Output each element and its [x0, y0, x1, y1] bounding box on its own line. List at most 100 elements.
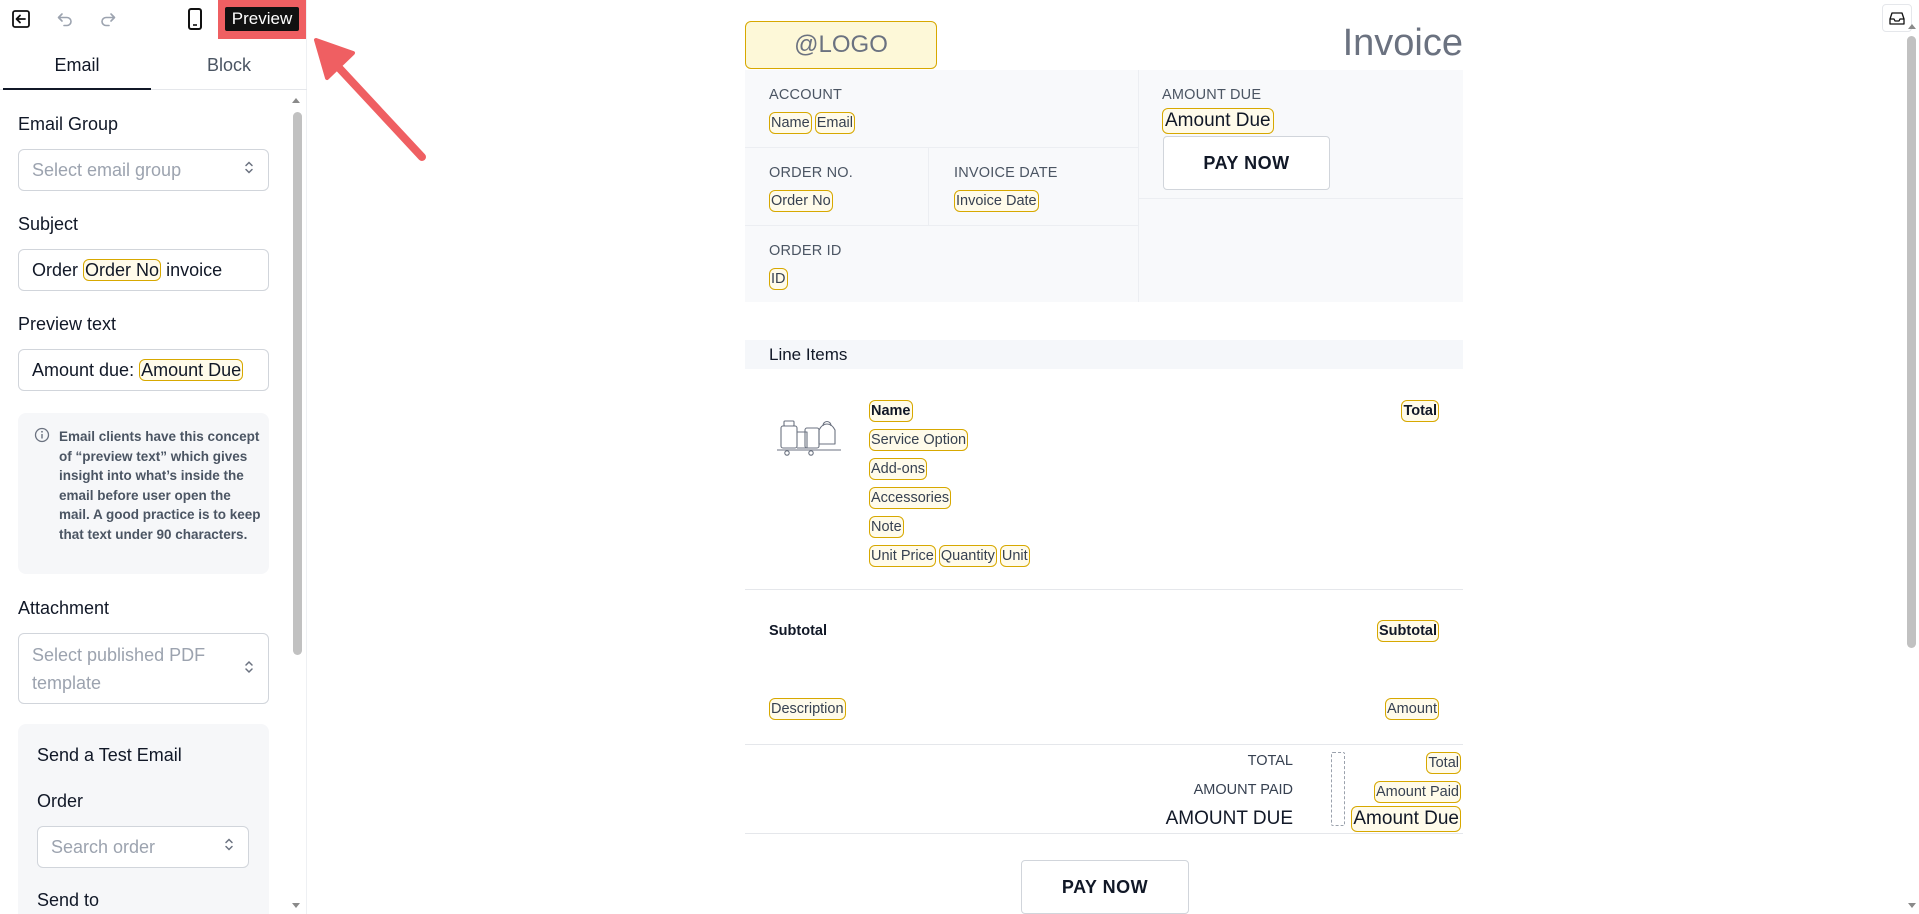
unit-tag[interactable]: Unit: [999, 545, 1030, 567]
send-to-label: Send to: [37, 890, 100, 910]
redo-icon[interactable]: [96, 7, 120, 31]
line-items-title[interactable]: Line Items: [769, 345, 847, 365]
divider: [745, 744, 1463, 745]
order-search-select[interactable]: Search order: [37, 826, 249, 868]
editor-toolbar: Preview: [0, 0, 307, 39]
test-email-section: Send a Test Email Order Search order Sen…: [18, 724, 269, 914]
logo-placeholder[interactable]: @LOGO: [745, 21, 937, 69]
mobile-icon[interactable]: [183, 7, 207, 31]
scroll-down-icon[interactable]: [1905, 900, 1919, 912]
subtotal-tag[interactable]: Subtotal: [1377, 620, 1439, 642]
amount-paid-label[interactable]: AMOUNT PAID: [1093, 782, 1293, 798]
line-item-name-tag[interactable]: Name: [869, 400, 913, 422]
amount-paid-value: Amount Paid: [1373, 781, 1461, 803]
invoice-date-tag[interactable]: Invoice Date: [954, 190, 1039, 212]
total-amount-due-tag[interactable]: Amount Due: [1351, 806, 1461, 832]
email-settings: Email Group Select email group Subject O…: [0, 90, 290, 914]
total-amount-due-label[interactable]: AMOUNT DUE: [1093, 808, 1293, 830]
pointer-arrow-icon: [314, 38, 426, 161]
panel-tabs: Email Block: [0, 46, 307, 90]
subject-text-prefix: Order: [32, 259, 79, 280]
tab-email[interactable]: Email: [3, 46, 151, 90]
invoice-summary-grid: ACCOUNT Name Email AMOUNT DUE Amount Due …: [745, 70, 1463, 302]
info-icon: [34, 427, 50, 448]
total-label[interactable]: TOTAL: [1093, 753, 1293, 769]
unit-price-tag[interactable]: Unit Price: [869, 545, 936, 567]
total-amount-due-value: Amount Due: [1351, 806, 1461, 832]
email-group-select[interactable]: Select email group: [18, 149, 269, 191]
canvas-scrollbar-thumb[interactable]: [1907, 36, 1916, 648]
divider: [745, 589, 1463, 590]
subtotal-value: Subtotal: [1377, 620, 1439, 642]
select-chevron-icon: [244, 655, 254, 683]
total-tag[interactable]: Total: [1426, 752, 1461, 774]
line-item-total-tag[interactable]: Total: [1401, 400, 1439, 422]
order-id-label: ORDER ID: [769, 243, 842, 259]
product-image-icon[interactable]: [777, 410, 841, 456]
preview-text-input[interactable]: Amount due: Amount Due: [18, 349, 269, 391]
tab-block[interactable]: Block: [153, 46, 305, 90]
preview-text-variable-tag[interactable]: Amount Due: [139, 359, 244, 381]
account-label: ACCOUNT: [769, 87, 843, 103]
note-tag[interactable]: Note: [869, 516, 904, 538]
order-no-tag[interactable]: Order No: [769, 190, 833, 212]
email-tag[interactable]: Email: [814, 112, 855, 134]
line-item-price-row: Unit Price Quantity Unit: [869, 545, 1033, 567]
line-item-total: Total: [1401, 400, 1439, 422]
attachment-select[interactable]: Select published PDF template: [18, 633, 269, 704]
invoice-title[interactable]: Invoice: [1343, 22, 1463, 65]
scroll-up-icon[interactable]: [1905, 20, 1919, 32]
undo-icon[interactable]: [53, 7, 77, 31]
test-email-title: Send a Test Email: [37, 745, 182, 765]
name-tag[interactable]: Name: [769, 112, 812, 134]
empty-drop-column[interactable]: [1331, 752, 1345, 826]
email-canvas: @LOGO Invoice ACCOUNT Name Email AMOUNT D…: [745, 0, 1463, 914]
panel-scrollbar-thumb[interactable]: [293, 112, 302, 655]
attachment-placeholder: Select published PDF template: [32, 644, 206, 693]
order-id-tag[interactable]: ID: [769, 268, 788, 290]
amount-tag[interactable]: Amount: [1385, 698, 1439, 720]
account-tags: Name Email: [769, 112, 858, 134]
preview-text-info: Email clients have this concept of “prev…: [18, 413, 269, 574]
subject-label: Subject: [18, 214, 79, 234]
line-item-detail-row: Note: [869, 516, 907, 538]
line-item-detail-row: Service Option: [869, 429, 971, 451]
select-chevron-icon: [224, 837, 234, 858]
preview-text-label: Preview text: [18, 314, 117, 334]
amount-due-tag[interactable]: Amount Due: [1162, 108, 1274, 134]
exit-icon[interactable]: [9, 7, 33, 31]
service-option-tag[interactable]: Service Option: [869, 429, 969, 451]
pay-now-button[interactable]: PAY NOW: [1163, 136, 1330, 190]
select-chevron-icon: [244, 160, 254, 181]
fee-amount: Amount: [1385, 698, 1439, 720]
amount-paid-tag[interactable]: Amount Paid: [1373, 781, 1461, 803]
divider: [745, 833, 1463, 834]
email-group-label: Email Group: [18, 114, 119, 134]
preview-text-prefix: Amount due:: [32, 359, 135, 380]
quantity-tag[interactable]: Quantity: [938, 545, 997, 567]
fee-description: Description: [769, 698, 846, 720]
subject-variable-tag[interactable]: Order No: [83, 259, 162, 281]
line-items-header: Line Items: [745, 340, 1463, 369]
invoice-date-label: INVOICE DATE: [954, 165, 1058, 181]
amount-due-value: Amount Due: [1162, 108, 1274, 134]
subject-input[interactable]: Order Order No invoice: [18, 249, 269, 291]
line-item-detail-row: Accessories: [869, 487, 954, 509]
subtotal-label[interactable]: Subtotal: [769, 623, 827, 639]
pay-now-bottom-button[interactable]: PAY NOW: [1021, 860, 1189, 914]
email-group-placeholder: Select email group: [32, 159, 182, 180]
settings-panel: Preview Email Block Email Group Select e…: [0, 0, 307, 914]
add-ons-tag[interactable]: Add-ons: [869, 458, 928, 480]
order-label: Order: [37, 791, 84, 811]
order-no-label: ORDER NO.: [769, 165, 853, 181]
preview-button[interactable]: Preview: [225, 7, 299, 31]
description-tag[interactable]: Description: [769, 698, 846, 720]
attachment-label: Attachment: [18, 598, 110, 618]
order-search-placeholder: Search order: [51, 836, 156, 857]
line-item-detail-row: Add-ons: [869, 458, 930, 480]
order-no-value: Order No: [769, 190, 836, 212]
line-item-name-row: Name: [869, 400, 916, 422]
accessories-tag[interactable]: Accessories: [869, 487, 952, 509]
invoice-date-value: Invoice Date: [954, 190, 1042, 212]
info-text: Email clients have this concept of “prev…: [59, 429, 261, 542]
